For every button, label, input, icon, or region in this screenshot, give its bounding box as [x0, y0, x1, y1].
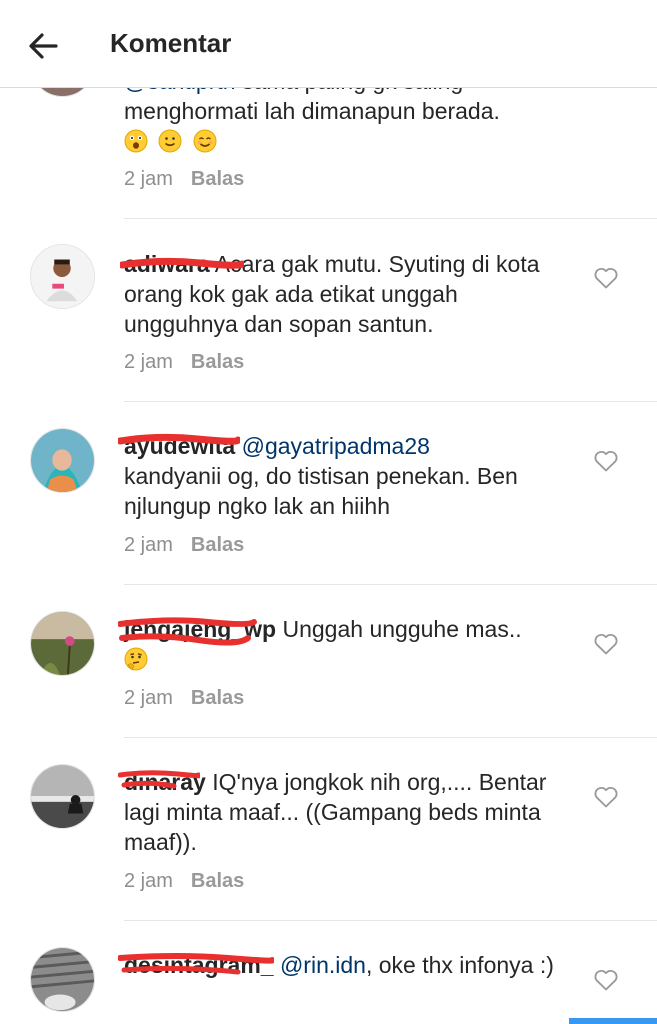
reply-button[interactable]: Balas: [191, 168, 244, 190]
back-button[interactable]: [22, 24, 66, 68]
divider: [124, 920, 657, 921]
comment-meta: 2 jam Balas: [124, 168, 244, 191]
avatar-image: [31, 245, 94, 308]
reply-button[interactable]: Balas: [191, 687, 244, 709]
avatar-image: [31, 948, 94, 1011]
avatar-image: [31, 429, 94, 492]
reply-button[interactable]: Balas: [191, 534, 244, 556]
comment-text: menghormati lah dimanapun berada.: [124, 98, 500, 124]
comment-body: desintagram_ @rin.idn, oke thx infonya :…: [118, 950, 564, 980]
avatar-image: [31, 612, 94, 675]
username[interactable]: ayudewita: [124, 433, 235, 459]
divider: [124, 584, 657, 585]
avatar[interactable]: [30, 947, 95, 1012]
comment-body: jengajeng_wp Unggah ungguhe mas..: [118, 614, 564, 674]
divider: [124, 737, 657, 738]
username[interactable]: jengajeng_wp: [124, 616, 276, 642]
mention-link[interactable]: @gayatripadma28: [242, 433, 430, 459]
comment-meta: 2 jam Balas: [124, 870, 244, 893]
emoji-row: [124, 128, 221, 154]
comment-text: kandyanii og, do tistisan penekan. Ben n…: [124, 463, 518, 519]
comment-time: 2 jam: [124, 534, 173, 556]
divider: [124, 218, 657, 219]
avatar-image: [31, 765, 94, 828]
heart-icon[interactable]: [593, 266, 619, 290]
comment-text: , oke thx infonya :): [365, 952, 554, 978]
reply-button[interactable]: Balas: [191, 351, 244, 373]
top-app-bar: Komentar: [0, 0, 657, 88]
username[interactable]: dinaray: [124, 769, 206, 795]
astonished-face-icon: [124, 129, 148, 153]
comment-time: 2 jam: [124, 351, 173, 373]
comment-meta: 2 jam Balas: [124, 687, 244, 710]
comment-body: dinaray IQ'nya jongkok nih org,.... Bent…: [118, 767, 564, 857]
divider: [124, 401, 657, 402]
comment-meta: 2 jam Balas: [124, 351, 244, 374]
arrow-left-icon: [29, 33, 58, 59]
smiling-face-icon: [193, 129, 217, 153]
heart-icon[interactable]: [593, 968, 619, 992]
avatar[interactable]: [30, 244, 95, 309]
comment-meta: 2 jam Balas: [124, 534, 244, 557]
comment-body: adiwara Acara gak mutu. Syuting di kota …: [120, 249, 564, 339]
avatar[interactable]: [30, 428, 95, 493]
avatar[interactable]: [30, 764, 95, 829]
comment-time: 2 jam: [124, 687, 173, 709]
slightly-smiling-face-icon: [158, 129, 182, 153]
comment-feed[interactable]: @santiprtn sama paling gk saling menghor…: [0, 0, 657, 1024]
comment-time: 2 jam: [124, 168, 173, 190]
mention-link[interactable]: @rin.idn: [280, 952, 366, 978]
comment-text: Unggah ungguhe mas..: [282, 616, 522, 642]
scroll-indicator: [569, 1018, 657, 1024]
username[interactable]: adiwara: [124, 251, 210, 277]
heart-icon[interactable]: [593, 785, 619, 809]
page-title: Komentar: [110, 28, 232, 58]
username[interactable]: desintagram_: [124, 952, 274, 978]
comment-time: 2 jam: [124, 870, 173, 892]
reply-button[interactable]: Balas: [191, 870, 244, 892]
heart-icon[interactable]: [593, 632, 619, 656]
avatar[interactable]: [30, 611, 95, 676]
heart-icon[interactable]: [593, 449, 619, 473]
thinking-face-icon: [124, 647, 148, 671]
comment-body: ayudewita @gayatripadma28 kandyanii og, …: [118, 431, 564, 521]
